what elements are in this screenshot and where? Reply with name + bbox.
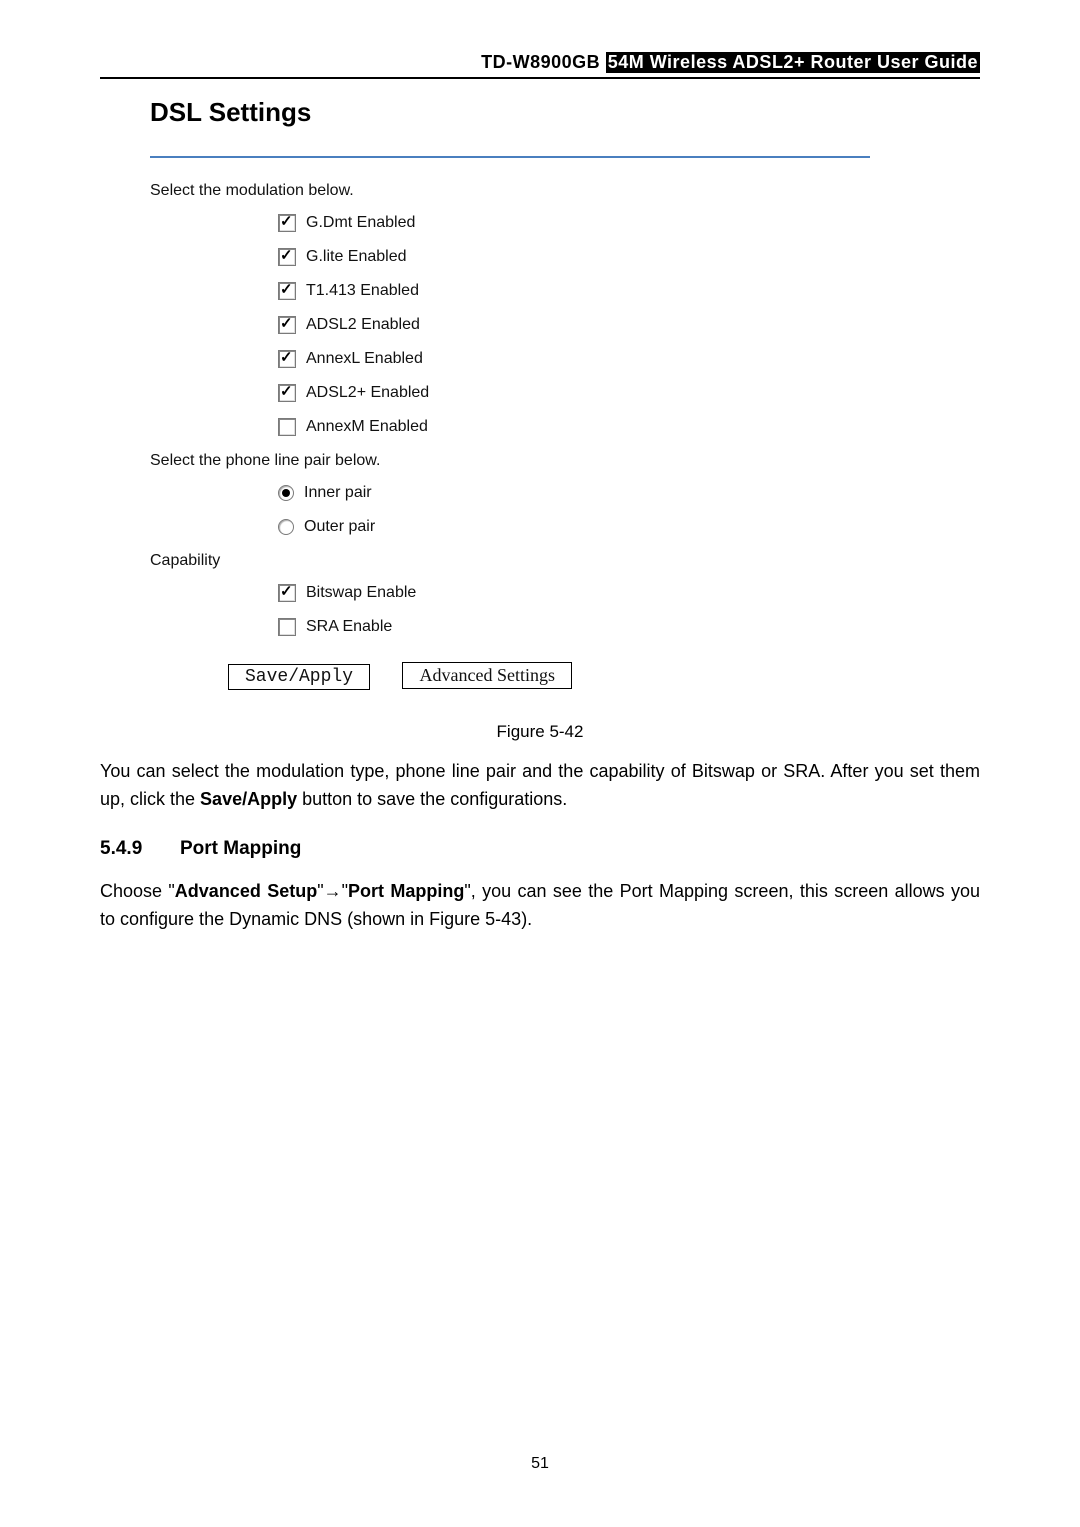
arrow-icon: → bbox=[324, 881, 342, 901]
option-label: T1.413 Enabled bbox=[306, 282, 419, 300]
figure-divider bbox=[150, 156, 870, 158]
capability-options: Bitswap Enable SRA Enable bbox=[278, 584, 910, 636]
bold-advanced-setup: Advanced Setup bbox=[175, 881, 317, 901]
option-adsl2plus[interactable]: ADSL2+ Enabled bbox=[278, 384, 910, 402]
option-label: ADSL2+ Enabled bbox=[306, 384, 429, 402]
option-gdmt[interactable]: G.Dmt Enabled bbox=[278, 214, 910, 232]
figure-title: DSL Settings bbox=[150, 97, 910, 128]
option-outer-pair[interactable]: Outer pair bbox=[278, 518, 910, 536]
option-annexl[interactable]: AnnexL Enabled bbox=[278, 350, 910, 368]
pair-options: Inner pair Outer pair bbox=[278, 484, 910, 536]
checkbox-icon[interactable] bbox=[278, 350, 296, 368]
subheading-port-mapping: 5.4.9 Port Mapping bbox=[100, 838, 980, 860]
page: TD-W8900GB 54M Wireless ADSL2+ Router Us… bbox=[0, 0, 1080, 1527]
header-model: TD-W8900GB bbox=[481, 52, 600, 72]
checkbox-icon[interactable] bbox=[278, 214, 296, 232]
bold-port-mapping: Port Mapping bbox=[348, 881, 464, 901]
option-label: ADSL2 Enabled bbox=[306, 316, 420, 334]
checkbox-icon[interactable] bbox=[278, 618, 296, 636]
option-inner-pair[interactable]: Inner pair bbox=[278, 484, 910, 502]
radio-icon[interactable] bbox=[278, 519, 294, 535]
figure-dsl-settings: DSL Settings Select the modulation below… bbox=[150, 97, 910, 708]
checkbox-icon[interactable] bbox=[278, 418, 296, 436]
modulation-options: G.Dmt Enabled G.lite Enabled T1.413 Enab… bbox=[278, 214, 910, 436]
pair-section-label: Select the phone line pair below. bbox=[150, 452, 910, 470]
option-label: AnnexL Enabled bbox=[306, 350, 423, 368]
checkbox-icon[interactable] bbox=[278, 248, 296, 266]
checkbox-icon[interactable] bbox=[278, 584, 296, 602]
option-label: AnnexM Enabled bbox=[306, 418, 428, 436]
checkbox-icon[interactable] bbox=[278, 384, 296, 402]
option-bitswap[interactable]: Bitswap Enable bbox=[278, 584, 910, 602]
subheading-number: 5.4.9 bbox=[100, 838, 180, 860]
option-annexm[interactable]: AnnexM Enabled bbox=[278, 418, 910, 436]
text: button to save the configurations. bbox=[297, 789, 567, 809]
option-label: SRA Enable bbox=[306, 618, 392, 636]
capability-section-label: Capability bbox=[150, 552, 910, 570]
text: Choose " bbox=[100, 881, 175, 901]
advanced-settings-button[interactable]: Advanced Settings bbox=[402, 662, 571, 689]
option-label: G.Dmt Enabled bbox=[306, 214, 415, 232]
option-glite[interactable]: G.lite Enabled bbox=[278, 248, 910, 266]
page-number: 51 bbox=[0, 1455, 1080, 1473]
bold-save-apply: Save/Apply bbox=[200, 789, 297, 809]
header-title: 54M Wireless ADSL2+ Router User Guide bbox=[606, 52, 980, 73]
page-header: TD-W8900GB 54M Wireless ADSL2+ Router Us… bbox=[100, 52, 980, 79]
paragraph-dsl-description: You can select the modulation type, phon… bbox=[100, 758, 980, 814]
checkbox-icon[interactable] bbox=[278, 282, 296, 300]
subheading-title: Port Mapping bbox=[180, 838, 301, 860]
paragraph-port-mapping: Choose "Advanced Setup"→"Port Mapping", … bbox=[100, 878, 980, 934]
radio-icon[interactable] bbox=[278, 485, 294, 501]
button-row: Save/Apply Advanced Settings bbox=[228, 662, 910, 690]
option-label: Inner pair bbox=[304, 484, 372, 502]
option-label: G.lite Enabled bbox=[306, 248, 407, 266]
checkbox-icon[interactable] bbox=[278, 316, 296, 334]
option-t1413[interactable]: T1.413 Enabled bbox=[278, 282, 910, 300]
save-apply-button[interactable]: Save/Apply bbox=[228, 664, 370, 690]
option-sra[interactable]: SRA Enable bbox=[278, 618, 910, 636]
modulation-section-label: Select the modulation below. bbox=[150, 182, 910, 200]
option-label: Outer pair bbox=[304, 518, 375, 536]
figure-caption: Figure 5-42 bbox=[100, 722, 980, 742]
option-label: Bitswap Enable bbox=[306, 584, 416, 602]
option-adsl2[interactable]: ADSL2 Enabled bbox=[278, 316, 910, 334]
